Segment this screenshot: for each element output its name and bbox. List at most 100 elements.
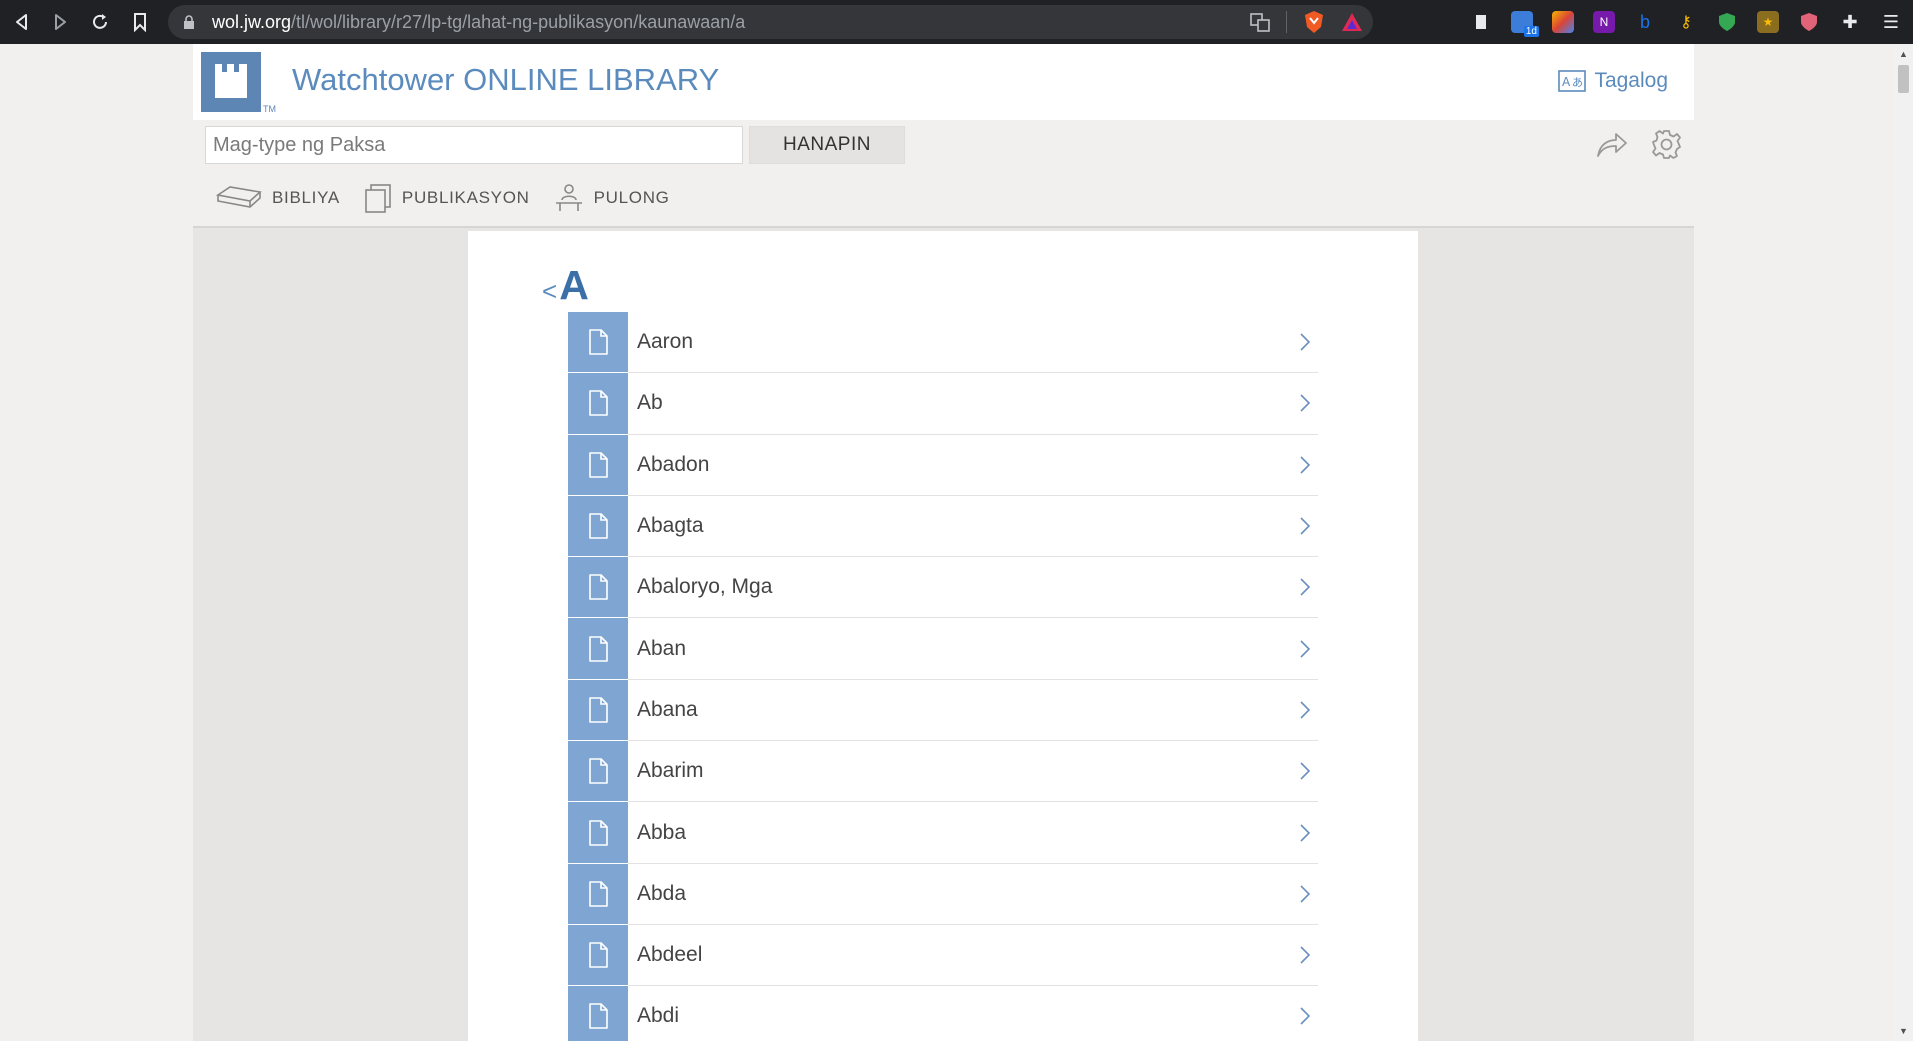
site-frame: TM Watchtower ONLINE LIBRARY Aあ Tagalog … (193, 44, 1694, 1041)
topic-link[interactable]: Abdeel (628, 925, 1318, 987)
topic-link[interactable]: Abba (628, 802, 1318, 864)
nav-publikasyon[interactable]: PUBLIKASYON (364, 183, 530, 213)
topic-link[interactable]: Aaron (628, 312, 1318, 374)
chevron-right-icon (1300, 517, 1311, 535)
topic-link[interactable]: Abana (628, 680, 1318, 742)
topic-row[interactable]: Aaron (568, 312, 1318, 374)
gear-icon[interactable] (1651, 129, 1682, 160)
document-icon (568, 924, 628, 987)
topic-row[interactable]: Abarim (568, 741, 1318, 803)
brave-rewards-icon[interactable] (1341, 12, 1363, 32)
nav-bibliya-label: BIBLIYA (272, 188, 340, 207)
search-button[interactable]: HANAPIN (749, 126, 905, 164)
document-icon (568, 434, 628, 496)
language-button[interactable]: Aあ Tagalog (1558, 68, 1668, 94)
topic-label: Abadon (637, 452, 710, 476)
topic-link[interactable]: Ab (628, 373, 1318, 435)
chevron-right-icon (1300, 394, 1311, 413)
nav-publikasyon-label: PUBLIKASYON (401, 188, 530, 207)
topic-link[interactable]: Abarim (628, 741, 1318, 803)
watchtower-logo[interactable] (201, 52, 261, 112)
document-icon (568, 618, 628, 680)
topic-label: Abagta (637, 514, 704, 538)
page-scrollbar[interactable]: ▲ ▼ (1894, 44, 1913, 1041)
document-icon (568, 863, 628, 925)
nav-pulong[interactable]: PULONG (554, 183, 670, 213)
document-icon (568, 802, 628, 864)
topic-row[interactable]: Abdi (568, 986, 1318, 1041)
shield-extension-icon[interactable] (1716, 11, 1738, 33)
document-icon (568, 741, 628, 803)
page-title: A (559, 262, 589, 308)
topic-label: Abdeel (637, 943, 703, 967)
chevron-right-icon (1300, 456, 1311, 474)
topic-row[interactable]: Abaloryo, Mga (568, 557, 1318, 619)
scroll-up-arrow-icon[interactable]: ▲ (1898, 47, 1909, 61)
scroll-thumb[interactable] (1898, 65, 1909, 93)
url-domain: wol.jw.org (212, 11, 292, 32)
nav-bibliya[interactable]: BIBLIYA (216, 183, 340, 213)
topic-row[interactable]: Abba (568, 802, 1318, 864)
topic-row[interactable]: Abana (568, 679, 1318, 742)
topic-row[interactable]: Abagta (568, 495, 1318, 558)
chevron-right-icon (1300, 823, 1311, 842)
puzzle-icon[interactable]: ✚ (1839, 11, 1861, 33)
topic-row[interactable]: Abadon (568, 434, 1318, 496)
chevron-right-icon (1300, 640, 1311, 658)
back-link[interactable]: < A (542, 262, 589, 308)
topic-list: Aaron Ab Abadon Abagta Abaloryo, Mga Aban Aban… (568, 312, 1318, 1041)
chevron-right-icon (1300, 885, 1311, 903)
document-icon (568, 986, 628, 1041)
topic-link[interactable]: Abaloryo, Mga (628, 557, 1318, 619)
brave-shield-icon[interactable] (1303, 10, 1325, 34)
chevron-right-icon (1300, 1007, 1311, 1025)
topic-label: Ab (637, 391, 663, 415)
divider (1286, 11, 1287, 33)
topic-label: Aaron (637, 330, 694, 354)
topic-link[interactable]: Aban (628, 618, 1318, 680)
forward-icon[interactable] (40, 0, 80, 44)
topic-link[interactable]: Abadon (628, 435, 1318, 496)
scroll-down-arrow-icon[interactable]: ▼ (1898, 1024, 1909, 1038)
reload-icon[interactable] (80, 0, 120, 44)
colorful-extension-icon[interactable] (1552, 11, 1574, 33)
chevron-right-icon (1300, 946, 1311, 964)
topic-row[interactable]: Aban (568, 618, 1318, 680)
reader-icon[interactable] (1470, 11, 1492, 33)
topic-row[interactable]: Abda (568, 863, 1318, 925)
key-icon[interactable]: ⚷ (1675, 11, 1697, 33)
topic-row[interactable]: Abdeel (568, 924, 1318, 987)
site-header: TM Watchtower ONLINE LIBRARY Aあ Tagalog (193, 44, 1694, 120)
topic-link[interactable]: Abagta (628, 496, 1318, 558)
document-icon (568, 495, 628, 558)
topic-label: Abarim (637, 759, 704, 783)
star-extension-icon[interactable]: ★ (1757, 11, 1779, 33)
svg-text:A: A (1562, 75, 1571, 89)
document-icon (568, 557, 628, 619)
document-icon (568, 679, 628, 742)
svg-text:あ: あ (1572, 76, 1583, 89)
menu-icon[interactable]: ☰ (1880, 11, 1902, 33)
publications-icon (365, 184, 391, 213)
chevron-right-icon (1300, 578, 1311, 596)
search-input[interactable] (205, 126, 743, 164)
site-title[interactable]: Watchtower ONLINE LIBRARY (292, 62, 719, 98)
bing-icon[interactable]: b (1634, 11, 1656, 33)
translate-icon[interactable] (1250, 12, 1270, 32)
topic-link[interactable]: Abda (628, 864, 1318, 925)
search-row: HANAPIN (193, 120, 1694, 170)
share-icon[interactable] (1596, 130, 1628, 160)
topic-label: Abba (637, 820, 687, 844)
onenote-icon[interactable]: N (1593, 11, 1615, 33)
address-bar[interactable]: wol.jw.org/tl/wol/library/r27/lp-tg/laha… (168, 5, 1373, 39)
privacy-badger-icon[interactable] (1798, 11, 1820, 33)
chevron-left-icon: < (542, 276, 558, 306)
bookmark-icon[interactable] (120, 0, 160, 44)
language-label: Tagalog (1594, 69, 1668, 92)
calendar-extension-icon[interactable]: 1d (1511, 11, 1539, 37)
topic-row[interactable]: Ab (568, 373, 1318, 435)
chevron-right-icon (1300, 701, 1311, 719)
back-icon[interactable] (2, 0, 42, 44)
topic-link[interactable]: Abdi (628, 986, 1318, 1041)
content-panel: < A Aaron Ab Abadon Abagta Abaloryo, Mga Aban… (468, 231, 1418, 1041)
